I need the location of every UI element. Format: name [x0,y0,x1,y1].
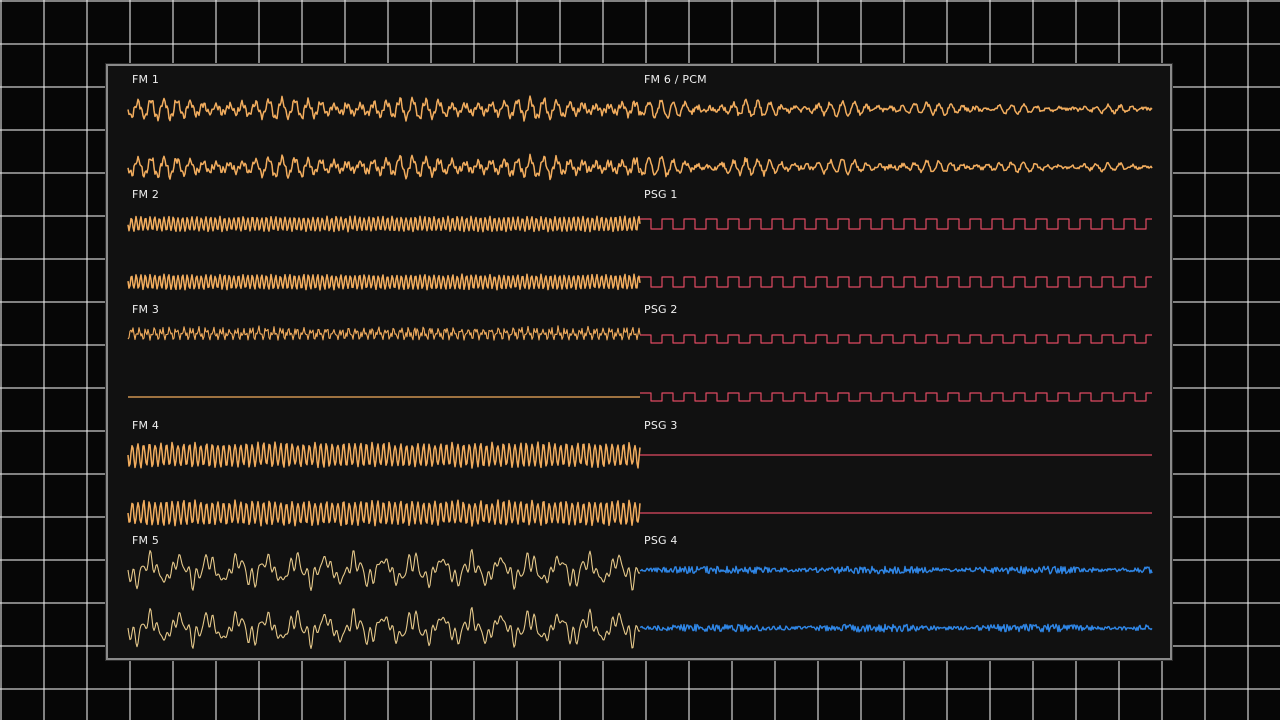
waveform-psg-1-track-2 [640,276,1152,288]
waveform-fm-2-track-1 [127,215,641,233]
waveform-psg-2-track-1 [640,334,1152,344]
waveform-fm-1-track-2 [127,153,641,181]
channel-label-fm4: FM 4 [132,419,160,432]
channel-label-fm6-pcm: FM 6 / PCM [644,73,707,86]
waveform-psg-2-track-2 [640,392,1152,402]
waveform-fm-1-track-1 [127,95,641,122]
waveform-psg-4-track-1 [640,565,1153,575]
channel-label-fm2: FM 2 [132,188,160,201]
channel-label-psg1: PSG 1 [644,188,678,201]
channel-label-psg3: PSG 3 [644,419,678,432]
waveform-fm-6-pcm-track-1 [639,98,1153,119]
waveform-fm-2-track-2 [127,273,641,291]
channel-label-fm5: FM 5 [132,534,160,547]
channel-label-psg4: PSG 4 [644,534,678,547]
waveform-fm-3-track-1 [127,325,641,341]
channel-label-fm1: FM 1 [132,73,160,86]
waveform-psg-1-track-1 [640,218,1152,230]
waveform-fm-5-track-2 [127,606,641,650]
oscilloscope-panel: FM 1 FM 2 FM 3 FM 4 FM 5 FM 6 / PCM PSG … [106,64,1172,660]
waveform-fm-5-track-1 [127,548,641,592]
channel-label-fm3: FM 3 [132,303,160,316]
waveform-fm-4-track-2 [127,499,641,527]
waveform-fm-4-track-1 [127,441,641,469]
channel-label-psg2: PSG 2 [644,303,678,316]
waveform-psg-4-track-2 [639,623,1153,633]
waveform-canvas [127,95,1153,650]
grid-background: FM 1 FM 2 FM 3 FM 4 FM 5 FM 6 / PCM PSG … [0,0,1280,720]
waveform-fm-6-pcm-track-2 [639,155,1153,178]
